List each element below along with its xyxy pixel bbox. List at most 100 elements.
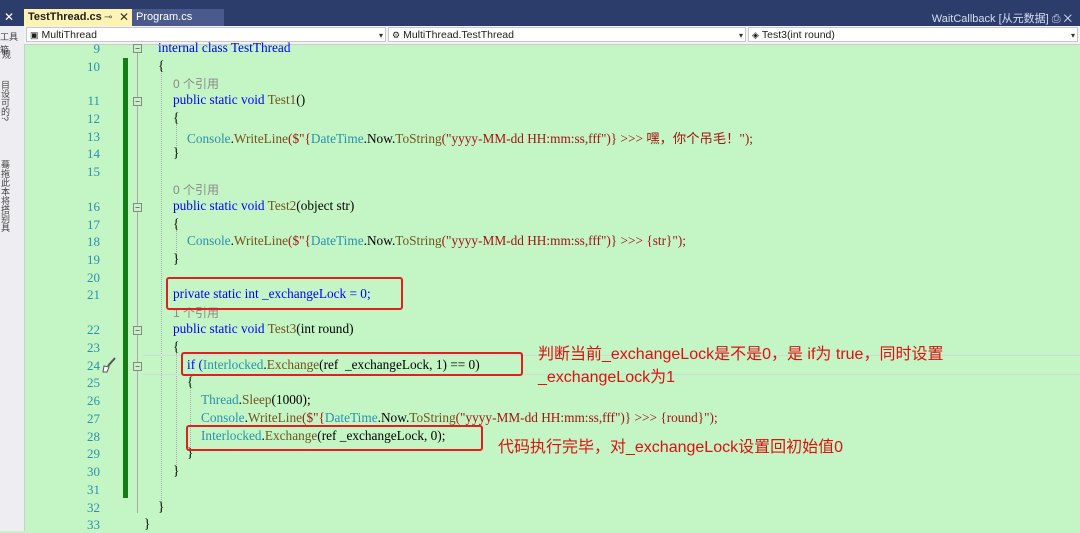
code-line[interactable]: } xyxy=(173,145,179,161)
code-line[interactable]: { xyxy=(158,58,164,74)
tab-label: TestThread.cs xyxy=(28,11,102,23)
code-line[interactable]: Console.WriteLine($"{DateTime.Now.ToStri… xyxy=(187,128,753,147)
line-number: 24 xyxy=(87,358,100,373)
code-line[interactable]: { xyxy=(173,110,179,126)
reference-count-lens[interactable]: 0 个引用 xyxy=(173,181,219,198)
code-token: ("yyyy-MM-dd HH:mm:ss,fff")} >>> {str}")… xyxy=(441,233,686,248)
line-number: 20 xyxy=(87,270,100,285)
highlight-box-if-condition xyxy=(181,352,523,376)
line-number: 10 xyxy=(87,59,100,74)
member-dropdown[interactable]: ◈ Test3(int round) ▾ xyxy=(748,27,1078,42)
code-token: public static void xyxy=(173,198,268,213)
class-dropdown[interactable]: ⚙ MultiThread.TestThread ▾ xyxy=(388,27,746,42)
code-token: (int round) xyxy=(296,321,354,336)
code-token: (1000); xyxy=(271,392,311,407)
code-token: .Now. xyxy=(377,410,410,425)
line-number: 11 xyxy=(87,93,100,108)
code-token: Test2 xyxy=(267,198,297,213)
tab-program[interactable]: Program.cs xyxy=(132,9,224,26)
line-number: 30 xyxy=(87,464,100,479)
toolbox-hint-text: 蓦拖此本将搭别具 xyxy=(0,160,10,232)
code-token: ("yyyy-MM-dd HH:mm:ss,fff")} >>> 嘿，你个吊毛！… xyxy=(441,131,753,146)
toolbox-hint-text: 目设可的? xyxy=(0,80,10,122)
code-token: ($"{ xyxy=(302,410,325,425)
tab-waitcallback-metadata[interactable]: WaitCallback [从元数据] ⎙ ✕ xyxy=(932,10,1072,26)
code-line[interactable]: Thread.Sleep(1000); xyxy=(201,392,311,408)
line-number: 13 xyxy=(87,129,100,144)
code-line[interactable]: Console.WriteLine($"{DateTime.Now.ToStri… xyxy=(187,233,686,249)
close-icon[interactable]: ✕ xyxy=(4,10,14,24)
line-number: 9 xyxy=(93,41,101,56)
toolbox-item[interactable]: 规 xyxy=(2,48,11,61)
code-token: ToString xyxy=(395,233,442,248)
member-label: Test3(int round) xyxy=(761,29,835,41)
close-icon[interactable]: ✕ xyxy=(119,9,129,26)
collapse-icon[interactable]: − xyxy=(133,203,142,212)
line-number: 29 xyxy=(87,446,100,461)
code-line[interactable]: } xyxy=(144,516,150,532)
code-token: internal class TestThread xyxy=(158,40,291,55)
code-token: } xyxy=(158,499,165,514)
code-line[interactable]: { xyxy=(173,339,179,355)
code-token: WriteLine xyxy=(233,131,289,146)
code-token: WriteLine xyxy=(233,233,289,248)
line-number: 25 xyxy=(87,375,100,390)
pin-icon[interactable]: ⊸ xyxy=(104,9,112,26)
code-token: { xyxy=(187,374,194,389)
line-number: 19 xyxy=(87,252,100,267)
code-token: Test3 xyxy=(267,321,297,336)
code-line[interactable]: } xyxy=(158,499,164,515)
code-token: ToString xyxy=(409,410,456,425)
tab-testthread[interactable]: TestThread.cs ⊸ ✕ xyxy=(24,9,132,26)
tab-label: Program.cs xyxy=(136,11,193,23)
line-number: 21 xyxy=(87,287,100,302)
reference-count-lens[interactable]: 0 个引用 xyxy=(173,75,219,92)
code-line[interactable]: { xyxy=(187,374,193,390)
code-token: .Now. xyxy=(363,233,396,248)
code-line[interactable]: public static void Test3(int round) xyxy=(173,321,354,337)
collapse-icon[interactable]: − xyxy=(133,326,142,335)
collapse-icon[interactable]: − xyxy=(133,97,142,106)
chevron-down-icon[interactable]: ▾ xyxy=(739,28,743,43)
class-label: MultiThread.TestThread xyxy=(403,29,514,41)
line-number: 31 xyxy=(87,482,100,497)
outline-line xyxy=(137,53,138,513)
collapse-icon[interactable]: − xyxy=(133,44,142,53)
toolbox-panel: 工具箱 规 目设可的? 蓦拖此本将搭别具 xyxy=(0,26,25,531)
highlight-box-field xyxy=(166,277,403,310)
line-number: 27 xyxy=(87,411,100,426)
code-token: ($"{ xyxy=(288,131,311,146)
code-line[interactable]: Console.WriteLine($"{DateTime.Now.ToStri… xyxy=(201,410,718,426)
code-token: WriteLine xyxy=(247,410,303,425)
code-line[interactable]: public static void Test2(object str) xyxy=(173,198,354,214)
code-token: Console xyxy=(201,410,245,425)
collapse-icon[interactable]: − xyxy=(133,362,142,371)
quick-actions-brush-icon[interactable] xyxy=(101,356,117,374)
code-token: .Now. xyxy=(363,131,396,146)
code-line[interactable]: { xyxy=(173,216,179,232)
code-line[interactable]: } xyxy=(173,463,179,479)
code-line[interactable]: internal class TestThread xyxy=(158,40,290,56)
indent-guide xyxy=(161,70,162,512)
code-token: } xyxy=(173,145,180,160)
chevron-down-icon[interactable]: ▾ xyxy=(1071,28,1075,43)
line-number: 26 xyxy=(87,393,100,408)
code-token: } xyxy=(173,463,180,478)
class-icon: ⚙ xyxy=(392,30,401,40)
code-token: { xyxy=(173,216,180,231)
code-token: { xyxy=(158,58,165,73)
code-token: } xyxy=(144,516,151,531)
code-line[interactable]: public static void Test1() xyxy=(173,92,305,108)
highlight-box-reset-call xyxy=(186,425,483,451)
code-token: Test1 xyxy=(267,92,297,107)
annotation-text: 判断当前_exchangeLock是不是0，是 if为 true，同时设置 xyxy=(538,346,944,363)
chevron-down-icon[interactable]: ▾ xyxy=(379,28,383,43)
document-tab-bar: ✕ TestThread.cs ⊸ ✕ Program.cs WaitCallb… xyxy=(0,0,1080,26)
code-token: DateTime xyxy=(324,410,378,425)
line-number: 16 xyxy=(87,199,100,214)
code-line[interactable]: } xyxy=(173,251,179,267)
code-token: (object str) xyxy=(296,198,355,213)
code-token: DateTime xyxy=(310,131,364,146)
line-number: 28 xyxy=(87,429,100,444)
change-tracking-bar xyxy=(123,58,128,498)
